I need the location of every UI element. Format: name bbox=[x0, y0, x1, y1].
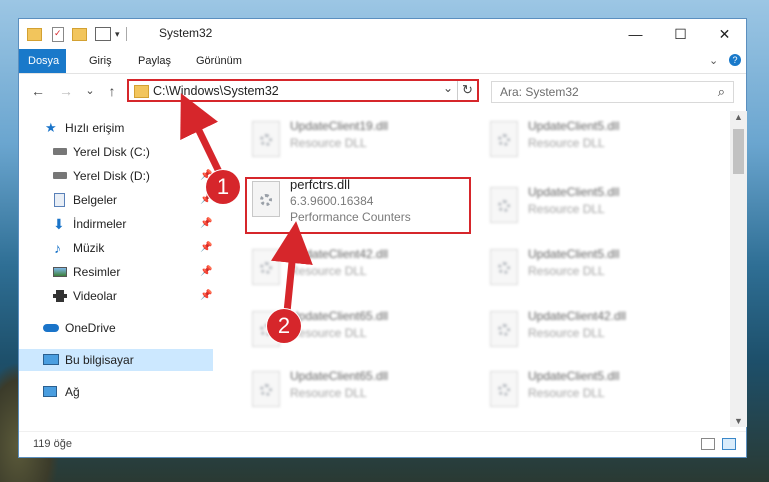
arrow-2 bbox=[271, 221, 313, 313]
arrow-1 bbox=[180, 93, 226, 180]
callout-badge-1: 1 bbox=[206, 170, 240, 204]
callout-badge-2: 2 bbox=[267, 309, 301, 343]
annotation-arrows bbox=[180, 93, 313, 313]
